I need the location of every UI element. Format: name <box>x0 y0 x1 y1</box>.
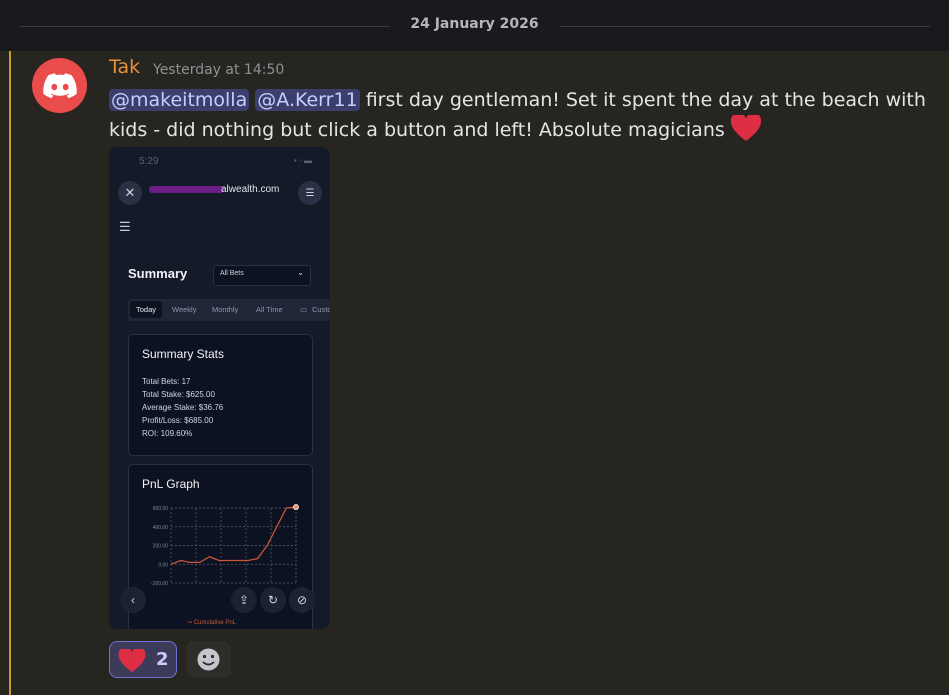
back-arrow-icon: ‹ <box>120 587 146 613</box>
heart-emoji-icon <box>730 112 761 151</box>
chart-y-tick-label: 600.00 <box>153 506 169 512</box>
reaction-heart-button[interactable]: 2 <box>109 641 177 678</box>
message-timestamp: Yesterday at 14:50 <box>153 62 285 78</box>
smiley-icon <box>197 648 220 671</box>
chart-legend: ⊸ Cumulative PnL <box>187 620 237 626</box>
stat-roi: ROI: 109.60% <box>142 429 193 438</box>
message: Tak Yesterday at 14:50 @makeitmolla @A.K… <box>0 51 949 695</box>
divider-line-right <box>560 26 930 27</box>
bets-select-value: All Bets <box>220 270 244 277</box>
compass-icon: ⊘ <box>289 587 315 613</box>
discord-logo-icon <box>42 72 77 98</box>
stat-total-stake: Total Stake: $625.00 <box>142 390 215 399</box>
reload-icon: ↻ <box>260 587 286 613</box>
chevron-down-icon: ⌄ <box>297 268 304 277</box>
stat-profit-loss: Profit/Loss: $685.00 <box>142 416 214 425</box>
chart-y-tick-label: 0.00 <box>158 562 168 568</box>
highlight-accent-bar <box>9 51 11 695</box>
calendar-icon: ▭ <box>300 305 308 314</box>
tab-weekly: Weekly <box>172 305 197 314</box>
tab-custom: Custo <box>312 305 330 314</box>
add-reaction-button[interactable] <box>186 641 231 678</box>
tab-all-time: All Time <box>256 305 283 314</box>
divider-date: 24 January 2026 <box>410 16 539 32</box>
summary-stats-title: Summary Stats <box>142 347 225 361</box>
chart-series-line <box>170 506 297 565</box>
redacted-url-part <box>149 186 224 193</box>
stat-average-stake: Average Stake: $36.76 <box>142 403 224 412</box>
mention-akerr11[interactable]: @A.Kerr11 <box>255 89 360 111</box>
phone-status-icons: ▪ ◦ ▬ <box>293 156 312 165</box>
browser-url-bar: ✕ alwealth.com ☰ <box>109 175 330 213</box>
tab-today: Today <box>130 301 163 318</box>
browser-url: alwealth.com <box>221 184 280 195</box>
reaction-count: 2 <box>156 649 169 670</box>
tabs-icon: ☰ <box>298 181 322 205</box>
browser-bottom-nav: ‹ ⇪ ↻ ⊘ <box>119 584 324 616</box>
author-name[interactable]: Tak <box>109 56 140 78</box>
date-divider: 24 January 2026 <box>0 0 949 51</box>
share-icon: ⇪ <box>231 587 257 613</box>
mention-makeitmolla[interactable]: @makeitmolla <box>109 89 250 111</box>
chart-data-point <box>293 504 299 510</box>
chart-y-tick-label: 400.00 <box>153 525 169 531</box>
image-attachment[interactable]: 5:29 ▪ ◦ ▬ ✕ alwealth.com ☰ ☰ Summary Al… <box>109 147 330 629</box>
tab-monthly: Monthly <box>212 305 239 314</box>
chart-y-tick-label: 200.00 <box>153 544 169 550</box>
message-text: @makeitmolla @A.Kerr11 first day gentlem… <box>109 85 929 151</box>
summary-title: Summary <box>128 266 188 281</box>
stat-total-bets: Total Bets: 17 <box>142 377 191 386</box>
period-tabs: Today Weekly Monthly All Time ▭ Custo <box>128 299 330 321</box>
phone-status-time: 5:29 <box>139 156 159 167</box>
chart-legend-label: Cumulative PnL <box>193 620 237 626</box>
summary-stats-card: Summary Stats Total Bets: 17 Total Stake… <box>128 334 313 456</box>
hamburger-menu-icon: ☰ <box>119 219 131 234</box>
bets-select: All Bets ⌄ <box>213 265 311 286</box>
close-icon: ✕ <box>118 181 142 205</box>
heart-icon <box>117 647 147 677</box>
avatar[interactable] <box>32 58 87 113</box>
